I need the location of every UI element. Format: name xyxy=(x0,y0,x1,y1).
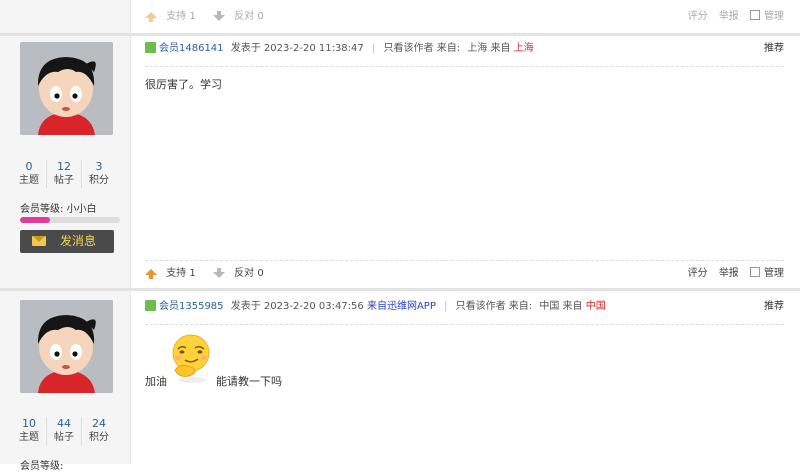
meta-divider xyxy=(145,324,784,325)
from-label-2: 来自 xyxy=(562,301,583,312)
send-message-label: 发消息 xyxy=(60,234,97,248)
recommend-link[interactable]: 推荐 xyxy=(764,299,784,315)
author-link[interactable]: 会员1355985 xyxy=(159,301,224,312)
avatar[interactable] xyxy=(20,42,113,135)
level-progress-bar xyxy=(20,217,120,223)
post-body-after: 能请教一下吗 xyxy=(216,375,282,388)
location: 上海 xyxy=(467,43,488,54)
rate-link[interactable]: 评分 xyxy=(688,11,708,22)
avatar[interactable] xyxy=(20,300,113,393)
user-online-icon xyxy=(145,300,156,311)
stat-points[interactable]: 24 积分 xyxy=(81,417,116,445)
support-count: 1 xyxy=(189,268,196,279)
author-stats: 0 主题 12 帖子 3 积分 xyxy=(12,160,116,188)
location: 中国 xyxy=(539,301,560,312)
member-level: 会员等级: 小小白 xyxy=(20,200,97,215)
oppose-count: 0 xyxy=(257,268,264,279)
stat-topics[interactable]: 10 主题 xyxy=(12,417,46,445)
manage-checkbox[interactable] xyxy=(750,10,760,20)
report-link[interactable]: 举报 xyxy=(719,11,739,22)
location-highlight: 中国 xyxy=(585,301,606,312)
stat-posts[interactable]: 44 帖子 xyxy=(46,417,81,445)
level-label: 会员等级: xyxy=(20,204,64,215)
recommend-link[interactable]: 推荐 xyxy=(764,41,784,57)
post-meta: 会员1486141 发表于 2023-2-20 11:38:47 | 只看该作者… xyxy=(145,41,784,57)
prev-post-footer: 支持 1 反对 0 评分 举报 管理 xyxy=(0,0,800,33)
manage-label: 管理 xyxy=(764,268,784,279)
envelope-icon xyxy=(32,236,46,246)
support-icon[interactable] xyxy=(145,12,157,22)
level-name[interactable]: 小小白 xyxy=(67,204,97,215)
level-label: 会员等级: xyxy=(20,461,64,472)
post-body: 很厉害了。学习 xyxy=(145,78,222,91)
posted-prefix: 发表于 xyxy=(230,43,261,54)
stat-topics[interactable]: 0 主题 xyxy=(12,160,46,188)
oppose-label[interactable]: 反对 xyxy=(234,11,254,22)
rate-link[interactable]: 评分 xyxy=(688,268,708,279)
from-label: 来自: xyxy=(508,301,533,312)
post-body-before: 加油 xyxy=(145,375,167,388)
send-message-button[interactable]: 发消息 xyxy=(20,230,114,253)
author-sidebar: 0 主题 12 帖子 3 积分 会员等级: 小小白 发消息 xyxy=(0,36,131,288)
author-stats: 10 主题 44 帖子 24 积分 xyxy=(12,417,116,445)
oppose-count: 0 xyxy=(257,11,264,22)
support-label[interactable]: 支持 xyxy=(166,11,186,22)
only-author-link[interactable]: 只看该作者 xyxy=(384,43,434,54)
author-sidebar: 10 主题 44 帖子 24 积分 会员等级: xyxy=(0,291,131,472)
posted-time: 2023-2-20 03:47:56 xyxy=(263,301,364,312)
post-actions: 支持 1 反对 0 评分 举报 管理 xyxy=(145,266,784,282)
report-link[interactable]: 举报 xyxy=(719,268,739,279)
user-online-icon xyxy=(145,42,156,53)
post-1: 0 主题 12 帖子 3 积分 会员等级: 小小白 发消息 会员1486141 发表于… xyxy=(0,36,800,288)
stat-points[interactable]: 3 积分 xyxy=(81,160,116,188)
location-highlight: 上海 xyxy=(513,43,534,54)
oppose-icon[interactable] xyxy=(212,268,225,278)
support-label[interactable]: 支持 xyxy=(166,268,186,279)
support-count: 1 xyxy=(189,11,196,22)
prev-post-actions: 支持 1 反对 0 评分 举报 管理 xyxy=(145,9,784,25)
from-label-2: 来自 xyxy=(490,43,511,54)
post-meta: 会员1355985 发表于 2023-2-20 03:47:56 来自迅维网AP… xyxy=(145,299,784,315)
from-label: 来自: xyxy=(436,43,461,54)
only-author-link[interactable]: 只看该作者 xyxy=(456,301,506,312)
meta-divider xyxy=(145,66,784,67)
source-app-link[interactable]: 来自迅维网APP xyxy=(367,301,436,312)
post-2: 10 主题 44 帖子 24 积分 会员等级: 会员1355985 发表于 2023-… xyxy=(0,291,800,472)
stat-posts[interactable]: 12 帖子 xyxy=(46,160,81,188)
posted-prefix: 发表于 xyxy=(230,301,261,312)
actions-divider xyxy=(145,260,784,261)
oppose-icon[interactable] xyxy=(212,11,225,21)
manage-checkbox[interactable] xyxy=(750,267,760,277)
posted-time: 2023-2-20 11:38:47 xyxy=(263,43,364,54)
support-icon[interactable] xyxy=(145,269,157,279)
manage-label: 管理 xyxy=(764,11,784,22)
prev-sidebar xyxy=(0,0,131,33)
member-level: 会员等级: xyxy=(20,457,63,472)
smug-emoji-icon xyxy=(167,332,217,387)
oppose-label[interactable]: 反对 xyxy=(234,268,254,279)
author-link[interactable]: 会员1486141 xyxy=(159,43,224,54)
